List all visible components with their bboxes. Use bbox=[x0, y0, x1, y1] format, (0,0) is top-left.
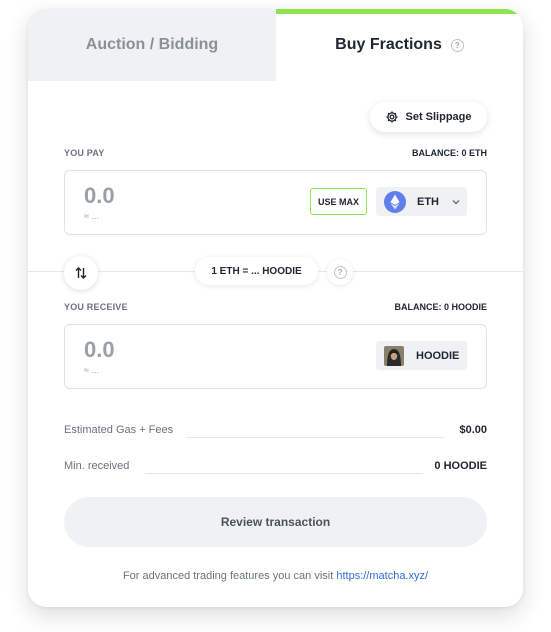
active-tab-indicator bbox=[276, 9, 523, 14]
gas-fees-leader bbox=[186, 437, 444, 438]
review-transaction-button[interactable]: Review transaction bbox=[64, 497, 487, 547]
exchange-rate-text: 1 ETH = ... HOODIE bbox=[211, 265, 302, 277]
pay-amount-box[interactable]: 0.0 ≈ ... USE MAX ETH bbox=[64, 170, 487, 235]
tab-auction-label: Auction / Bidding bbox=[85, 36, 219, 53]
rate-help-button[interactable]: ? bbox=[327, 259, 353, 285]
receive-amount-box[interactable]: 0.0 ≈ ... HOODIE bbox=[64, 324, 487, 389]
pay-balance: BALANCE: 0 ETH bbox=[411, 148, 487, 158]
receive-balance: BALANCE: 0 HOODIE bbox=[394, 302, 487, 312]
tab-buy-label: Buy Fractions bbox=[335, 36, 442, 53]
ethereum-icon bbox=[384, 190, 406, 213]
exchange-rate: 1 ETH = ... HOODIE bbox=[195, 257, 318, 285]
chevron-down-icon bbox=[452, 199, 460, 205]
you-pay-label: YOU PAY bbox=[64, 148, 105, 158]
question-icon: ? bbox=[333, 265, 347, 279]
gear-icon bbox=[386, 111, 399, 123]
min-received-row: Min. received 0 HOODIE bbox=[64, 457, 487, 477]
footer-note: For advanced trading features you can vi… bbox=[28, 570, 523, 582]
receive-token-label: HOODIE bbox=[416, 349, 460, 362]
min-received-label: Min. received bbox=[64, 460, 130, 472]
matcha-link[interactable]: https://matcha.xyz/ bbox=[336, 570, 428, 582]
min-received-value: 0 HOODIE bbox=[434, 460, 487, 472]
question-icon[interactable]: ? bbox=[450, 38, 464, 52]
tab-buy-fractions[interactable]: Buy Fractions ? bbox=[276, 9, 523, 81]
min-received-leader bbox=[145, 473, 423, 474]
pay-token-label: ETH bbox=[417, 195, 439, 208]
tab-auction-bidding[interactable]: Auction / Bidding bbox=[28, 9, 276, 81]
hoodie-token-icon bbox=[384, 345, 404, 366]
receive-token-select[interactable]: HOODIE bbox=[376, 341, 467, 370]
set-slippage-label: Set Slippage bbox=[405, 111, 472, 123]
receive-amount-input[interactable]: 0.0 bbox=[84, 337, 115, 363]
pay-fiat-estimate: ≈ ... bbox=[84, 211, 99, 221]
pay-amount-input[interactable]: 0.0 bbox=[84, 183, 115, 209]
tab-bar: Auction / Bidding Buy Fractions ? bbox=[28, 9, 523, 81]
set-slippage-button[interactable]: Set Slippage bbox=[370, 102, 487, 132]
gas-fees-value: $0.00 bbox=[459, 424, 487, 436]
buy-fractions-card: Auction / Bidding Buy Fractions ? Set Sl… bbox=[28, 9, 523, 607]
footer-text: For advanced trading features you can vi… bbox=[122, 570, 334, 582]
swap-arrows-icon bbox=[75, 267, 87, 279]
pay-token-select[interactable]: ETH bbox=[376, 187, 467, 216]
review-transaction-label: Review transaction bbox=[220, 515, 331, 529]
gas-fees-row: Estimated Gas + Fees $0.00 bbox=[64, 421, 487, 441]
use-max-button[interactable]: USE MAX bbox=[310, 188, 367, 215]
receive-fiat-estimate: ≈ ... bbox=[84, 365, 99, 375]
you-receive-label: YOU RECEIVE bbox=[64, 302, 128, 312]
gas-fees-label: Estimated Gas + Fees bbox=[64, 424, 174, 436]
swap-direction-button[interactable] bbox=[64, 256, 98, 290]
